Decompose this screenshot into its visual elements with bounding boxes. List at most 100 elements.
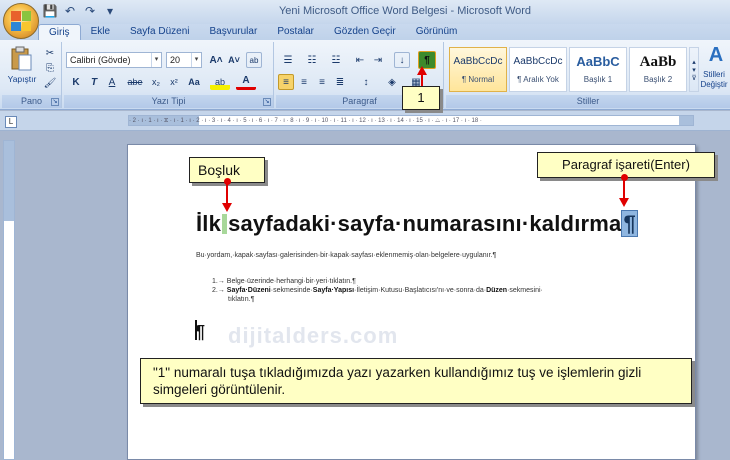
office-button[interactable] <box>3 3 39 39</box>
font-name-combo[interactable]: Calibri (Gövde) ▾ <box>66 52 162 68</box>
document-heading[interactable]: İlk sayfadaki·sayfa·numarasını·kaldırma¶ <box>196 210 638 237</box>
clear-format-button[interactable]: ab <box>246 52 262 68</box>
heading-first-word: İlk <box>196 211 222 236</box>
bold-button[interactable]: K <box>68 74 84 90</box>
format-painter-icon[interactable]: 🖌 <box>42 75 58 91</box>
list-item-continuation: tıklatın.¶ <box>228 296 255 303</box>
grow-font-button[interactable]: A˄ <box>208 52 224 68</box>
numbering-icon[interactable]: ☷ <box>302 52 322 68</box>
chevron-up-icon[interactable]: ▴ <box>692 58 696 66</box>
ruler-track[interactable]: · 2 · ı · 1 · ı · ⧖ · ı · 1 · ı · 2 · ı … <box>128 115 694 126</box>
paste-button[interactable] <box>8 44 34 74</box>
style-sample: AaBb <box>639 54 677 70</box>
style-heading-1[interactable]: AaBbC Başlık 1 <box>569 47 627 92</box>
align-left-icon[interactable]: ≡ <box>278 74 294 90</box>
tab-gorunum[interactable]: Görünüm <box>406 24 468 40</box>
subscript-button[interactable]: x₂ <box>148 74 164 90</box>
document-page[interactable]: İlk sayfadaki·sayfa·numarasını·kaldırma¶ … <box>127 144 696 460</box>
empty-paragraph-mark: ¶ <box>195 322 206 342</box>
title-bar: 💾 ↶ ↷ ▾ Yeni Microsoft Office Word Belge… <box>0 0 730 24</box>
style-no-spacing[interactable]: AaBbCcDc ¶ Aralık Yok <box>509 47 567 92</box>
font-group: Calibri (Gövde) ▾ 20 ▾ A˄ A˅ ab K T A ab… <box>64 42 274 108</box>
list-bold: Düzen <box>486 287 508 294</box>
list-text: ·sekmesinde· <box>270 287 313 294</box>
tab-sayfa-duzeni[interactable]: Sayfa Düzeni <box>120 24 199 40</box>
style-sample: AaBbCcDc <box>513 56 563 67</box>
callout-one-line <box>421 73 423 87</box>
strikethrough-button[interactable]: abe <box>124 74 146 90</box>
highlight-button[interactable]: ab <box>210 74 230 90</box>
right-margin-area <box>679 116 693 125</box>
justify-icon[interactable]: ≣ <box>332 74 348 90</box>
copy-icon[interactable]: ⎘ <box>42 60 58 76</box>
change-styles-icon[interactable]: A <box>702 44 730 66</box>
tab-basvurular[interactable]: Başvurular <box>200 24 268 40</box>
list-number: 1.→ <box>212 278 225 285</box>
vertical-ruler[interactable] <box>3 140 15 460</box>
paragraph-mark: ¶ <box>621 210 638 237</box>
styles-group: AaBbCcDc ¶ Normal AaBbCcDc ¶ Aralık Yok … <box>446 42 730 108</box>
tab-selector[interactable]: L <box>5 116 17 128</box>
bullets-icon[interactable]: ☰ <box>278 52 298 68</box>
list-text: ·sekmesini· <box>507 287 543 294</box>
heading-rest: sayfadaki·sayfa·numarasını·kaldırma <box>228 211 622 236</box>
style-normal[interactable]: AaBbCcDc ¶ Normal <box>449 47 507 92</box>
clipboard-icon <box>11 46 32 71</box>
chevron-down-icon: ▾ <box>151 53 161 67</box>
top-margin-area <box>4 141 14 221</box>
more-icon[interactable]: ⊽ <box>691 74 696 82</box>
style-sample: AaBbC <box>576 54 620 69</box>
list-bold: Sayfa·Yapısı <box>312 287 355 294</box>
list-number: 2.→ <box>212 287 225 294</box>
decrease-indent-icon[interactable]: ⇤ <box>352 52 368 68</box>
superscript-button[interactable]: x² <box>166 74 182 90</box>
style-sample: AaBbCcDc <box>453 56 503 67</box>
align-center-icon[interactable]: ≡ <box>296 74 312 90</box>
body-paragraph[interactable]: Bu·yordam,·kapak·sayfası·galerisinden·bi… <box>196 252 496 259</box>
change-case-button[interactable]: Aa <box>184 74 204 90</box>
tab-postalar[interactable]: Postalar <box>267 24 324 40</box>
horizontal-ruler: · 2 · ı · 1 · ı · ⧖ · ı · 1 · ı · 2 · ı … <box>0 111 730 131</box>
space-mark-highlight <box>222 214 228 234</box>
arrow-down-icon <box>222 203 232 212</box>
numbered-list[interactable]: 1.→ Belge·üzerinde·herhangi·bir·yeri·tık… <box>212 277 543 304</box>
sort-button[interactable]: ↓ <box>394 52 410 68</box>
line-spacing-icon[interactable]: ↕ <box>356 74 376 90</box>
tab-ekle[interactable]: Ekle <box>81 24 120 40</box>
list-item: 2.→ Sayfa·Düzeni·sekmesinde·Sayfa·Yapısı… <box>212 286 543 295</box>
chevron-down-icon[interactable]: ▾ <box>692 66 696 74</box>
font-size-combo[interactable]: 20 ▾ <box>166 52 202 68</box>
window-title: Yeni Microsoft Office Word Belgesi - Mic… <box>278 5 532 17</box>
style-name: ¶ Aralık Yok <box>517 75 559 84</box>
underline-button[interactable]: A <box>104 74 120 90</box>
list-bold: Sayfa·Düzeni <box>226 287 271 294</box>
callout-info: "1" numaralı tuşa tıkladığımızda yazı ya… <box>140 358 692 404</box>
callout-space-line <box>226 182 228 204</box>
align-right-icon[interactable]: ≡ <box>314 74 330 90</box>
style-heading-2[interactable]: AaBb Başlık 2 <box>629 47 687 92</box>
list-text: ·İletişim·Kutusu·Başlatıcısı'nı·ve·sonra… <box>354 287 487 294</box>
office-logo-icon <box>11 11 31 31</box>
shading-icon[interactable]: ◈ <box>382 74 402 90</box>
font-launcher-icon[interactable]: ↘ <box>263 98 271 106</box>
callout-paragraph-line <box>623 178 625 199</box>
multilevel-list-icon[interactable]: ☳ <box>326 52 346 68</box>
paste-label[interactable]: Yapıştır <box>2 74 42 84</box>
font-name-value: Calibri (Gövde) <box>70 55 131 65</box>
italic-button[interactable]: T <box>86 74 102 90</box>
shrink-font-button[interactable]: A˅ <box>226 52 242 68</box>
font-group-label: Yazı Tipi <box>64 95 273 108</box>
font-size-value: 20 <box>170 55 181 65</box>
increase-indent-icon[interactable]: ⇥ <box>370 52 386 68</box>
arrow-down-icon <box>619 198 629 207</box>
ribbon-tabs: Giriş Ekle Sayfa Düzeni Başvurular Posta… <box>0 24 730 40</box>
tab-gozden-gecir[interactable]: Gözden Geçir <box>324 24 406 40</box>
list-text: Belge·üzerinde·herhangi·bir·yeri·tıklatı… <box>226 278 356 285</box>
cut-icon[interactable]: ✂ <box>42 45 58 61</box>
clipboard-launcher-icon[interactable]: ↘ <box>51 98 59 106</box>
callout-number-one: 1 <box>402 86 440 110</box>
style-name: Başlık 2 <box>643 75 673 84</box>
font-color-button[interactable]: A <box>236 74 256 90</box>
tab-giris[interactable]: Giriş <box>38 24 81 40</box>
change-styles-label[interactable]: Stilleri Değiştir <box>697 70 730 90</box>
